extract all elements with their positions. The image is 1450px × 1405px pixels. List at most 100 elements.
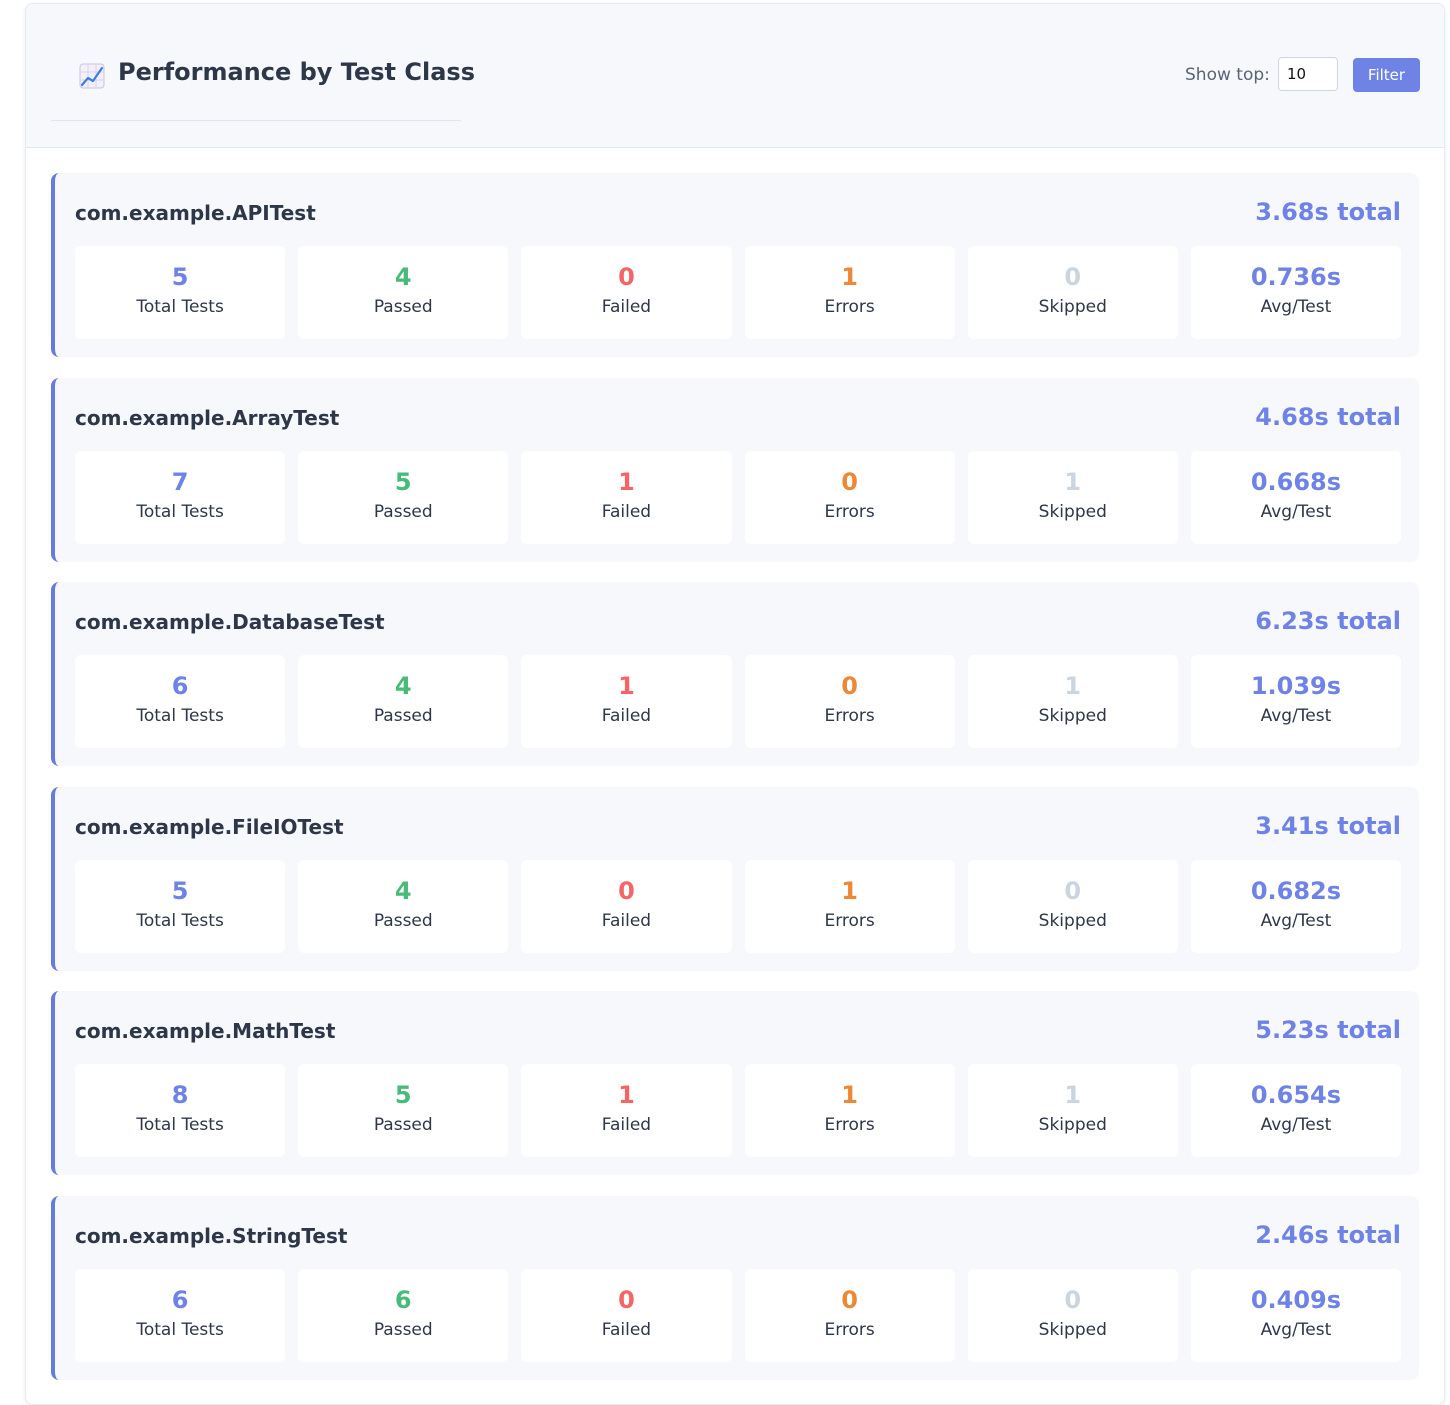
stat-value: 1 [618,1081,635,1109]
filter-button[interactable]: Filter [1353,58,1420,92]
stat-label: Skipped [1038,706,1107,726]
stat-value: 1 [1064,672,1082,700]
stat-total: 5 Total Tests [75,246,286,339]
stat-label: Failed [601,706,652,726]
class-card: com.example.MathTest 5.23s total 8 Total … [51,991,1419,1175]
stat-total: 6 Total Tests [75,1268,286,1362]
class-name: com.example.MathTest [75,1019,336,1043]
class-card: com.example.ArrayTest 4.68s total 7 Total… [51,377,1419,562]
stat-passed: 5 Passed [298,450,509,544]
show-top-label: Show top: [1185,65,1270,85]
stats-row: 5 Total Tests 4 Passed 0 Failed 1 Errors 0 Sk… [75,859,1402,953]
stat-label: Passed [373,297,433,317]
stat-label: Avg/Test [1260,501,1332,522]
stat-value: 1.039s [1250,672,1342,700]
stat-label: Passed [373,910,433,931]
stat-value: 0.682s [1250,876,1342,905]
stat-errors: 0 Errors [744,450,955,544]
stat-value: 6 [171,1285,189,1314]
stat-failed: 0 Failed [521,1268,732,1362]
stat-label: Failed [601,501,652,522]
stat-label: Failed [601,1115,652,1135]
stat-failed: 1 Failed [521,1064,732,1157]
stats-row: 7 Total Tests 5 Passed 1 Failed 0 Errors 1 Sk… [75,450,1402,544]
stat-value: 0 [618,263,635,291]
stat-value: 5 [171,876,189,905]
stat-label: Skipped [1038,1319,1107,1340]
panel-header: Performance by Test Class Show top: Filt… [26,4,1444,148]
stat-avg: 0.654s Avg/Test [1190,1064,1402,1157]
class-total-time: 5.23s total [1255,1016,1401,1044]
stat-skipped: 0 Skipped [967,246,1178,339]
stat-value: 5 [394,467,412,496]
performance-panel: Performance by Test Class Show top: Filt… [25,3,1445,1405]
show-top-input[interactable] [1278,57,1338,91]
stat-errors: 1 Errors [744,1064,955,1157]
stat-label: Avg/Test [1260,297,1332,317]
stat-value: 0 [841,467,858,496]
stat-label: Avg/Test [1260,910,1332,931]
stat-total: 7 Total Tests [75,450,286,544]
stat-avg: 0.409s Avg/Test [1190,1268,1402,1362]
stat-value: 0 [1064,1285,1082,1314]
stat-value: 6 [394,1285,412,1314]
stat-skipped: 0 Skipped [967,1268,1178,1362]
stat-total: 8 Total Tests [75,1064,286,1157]
stat-errors: 1 Errors [744,246,955,339]
stat-value: 0 [841,672,858,700]
stat-label: Total Tests [136,910,224,931]
class-name: com.example.FileIOTest [75,814,344,839]
stat-value: 0 [841,1285,858,1314]
stat-label: Passed [373,1319,433,1340]
stat-label: Total Tests [136,706,224,726]
stat-passed: 4 Passed [298,246,509,339]
stat-value: 6 [171,672,189,700]
stat-errors: 0 Errors [744,1268,955,1362]
class-list: com.example.APITest 3.68s total 5 Total T… [51,173,1419,1400]
stat-label: Skipped [1038,1115,1107,1135]
class-name: com.example.APITest [75,201,316,225]
page-title: Performance by Test Class [118,58,475,86]
stat-label: Passed [373,1115,433,1135]
stat-value: 0 [618,1285,635,1314]
class-total-time: 2.46s total [1255,1220,1401,1249]
stat-total: 5 Total Tests [75,859,286,953]
stat-skipped: 1 Skipped [967,655,1178,748]
stat-passed: 5 Passed [298,1064,509,1157]
stats-row: 6 Total Tests 4 Passed 1 Failed 0 Errors 1 Sk… [75,655,1402,748]
stat-skipped: 1 Skipped [967,450,1178,544]
class-name: com.example.DatabaseTest [75,610,385,634]
stat-value: 5 [171,263,189,291]
class-total-time: 3.41s total [1255,811,1401,840]
class-card: com.example.DatabaseTest 6.23s total 6 To… [51,582,1419,766]
stat-label: Errors [824,706,875,726]
stat-value: 1 [1064,467,1082,496]
stat-label: Total Tests [136,501,224,522]
stat-value: 1 [618,467,635,496]
stat-failed: 0 Failed [521,246,732,339]
stat-value: 8 [171,1081,189,1109]
stat-label: Errors [824,501,875,522]
stat-value: 1 [841,1081,858,1109]
stat-label: Avg/Test [1260,1319,1332,1340]
stat-value: 0 [618,876,635,905]
stat-label: Avg/Test [1260,1115,1332,1135]
stat-value: 4 [394,672,412,700]
stat-value: 1 [841,263,858,291]
chart-increasing-icon [79,63,105,89]
stat-passed: 4 Passed [298,655,509,748]
stat-label: Errors [824,1115,875,1135]
stat-passed: 6 Passed [298,1268,509,1362]
stat-label: Passed [373,706,433,726]
stat-label: Total Tests [136,1115,224,1135]
stat-value: 1 [1064,1081,1082,1109]
stat-value: 0.409s [1250,1285,1342,1314]
stat-failed: 1 Failed [521,450,732,544]
stat-skipped: 0 Skipped [967,859,1178,953]
stat-label: Failed [601,910,652,931]
class-total-time: 4.68s total [1255,402,1401,431]
stat-errors: 0 Errors [744,655,955,748]
stats-row: 8 Total Tests 5 Passed 1 Failed 1 Errors 1 Sk… [75,1064,1402,1157]
stat-passed: 4 Passed [298,859,509,953]
stat-failed: 0 Failed [521,859,732,953]
